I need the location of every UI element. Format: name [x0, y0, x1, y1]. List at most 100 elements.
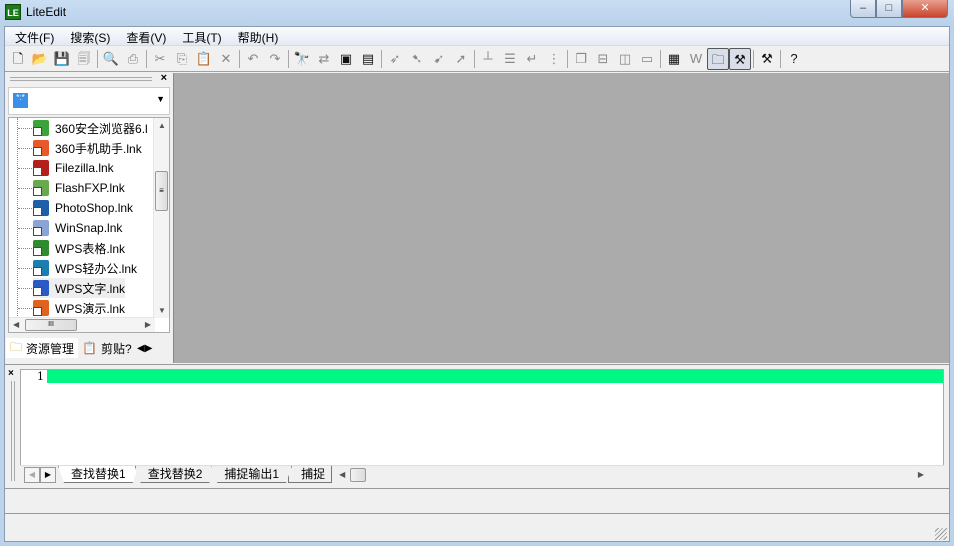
- cut-button[interactable]: ✂: [149, 48, 171, 70]
- file-name: WPS轻办公.lnk: [55, 261, 138, 276]
- shortcut-icon: [33, 200, 49, 216]
- replace-in-files-button[interactable]: ▤: [357, 48, 379, 70]
- document-area[interactable]: [173, 73, 949, 363]
- undo-button[interactable]: ↶: [242, 48, 264, 70]
- redo-button[interactable]: ↷: [264, 48, 286, 70]
- clear-bookmarks-button[interactable]: ➚: [450, 48, 472, 70]
- tab-explorer[interactable]: 🗀 资源管理: [6, 338, 79, 358]
- status-bar: [5, 488, 949, 514]
- panel-grip[interactable]: [11, 381, 15, 481]
- client-area: 文件(F) 搜索(S) 查看(V) 工具(T) 帮助(H) 🗋 📂 💾 🗐 🔍 ⎙ ✂ ⎘ 📋 ✕…: [4, 26, 950, 542]
- scroll-right-icon[interactable]: ▶: [918, 470, 924, 479]
- copy-button[interactable]: ⎘: [171, 48, 193, 70]
- save-all-button[interactable]: 🗐: [73, 48, 95, 70]
- menu-help[interactable]: 帮助(H): [230, 27, 287, 45]
- word-button[interactable]: W: [685, 48, 707, 70]
- tile-vertical-button[interactable]: ◫: [614, 48, 636, 70]
- file-item[interactable]: WPS轻办公.lnk: [33, 258, 137, 278]
- explorer-close-icon[interactable]: ×: [161, 72, 167, 84]
- file-item[interactable]: WPS演示.lnk: [33, 298, 125, 318]
- output-editor[interactable]: 1: [20, 369, 944, 467]
- scroll-right-icon[interactable]: ▶: [145, 320, 151, 329]
- explorer-panel-button[interactable]: 🗀: [707, 48, 729, 70]
- prev-bookmark-button[interactable]: ➷: [406, 48, 428, 70]
- scroll-down-icon[interactable]: ▼: [158, 306, 166, 315]
- bookmark-button[interactable]: ➶: [384, 48, 406, 70]
- word-wrap-button[interactable]: ↵: [521, 48, 543, 70]
- cascade-button[interactable]: ❐: [570, 48, 592, 70]
- tools-button[interactable]: ⚒: [756, 48, 778, 70]
- help-button[interactable]: ?: [783, 48, 805, 70]
- print-button[interactable]: ⎙: [122, 48, 144, 70]
- menu-view[interactable]: 查看(V): [118, 27, 174, 45]
- minimize-button[interactable]: –: [850, 0, 876, 18]
- line-numbers-button[interactable]: ☰: [499, 48, 521, 70]
- title-bar: LE LiteEdit – □ ✕: [0, 0, 954, 26]
- tab-find-replace-1[interactable]: 查找替换1: [58, 466, 139, 483]
- replace-in-files-icon: ▤: [361, 51, 375, 66]
- next-bookmark-button[interactable]: ➹: [428, 48, 450, 70]
- horizontal-scrollbar[interactable]: ◀ III ▶: [9, 317, 155, 332]
- find-button[interactable]: 🔭: [291, 48, 313, 70]
- file-item[interactable]: Filezilla.lnk: [33, 158, 114, 178]
- tab-clipboard[interactable]: 📋 剪贴?: [78, 338, 137, 358]
- ruler-button[interactable]: ┴: [477, 48, 499, 70]
- word-wrap-icon: ↵: [526, 51, 538, 66]
- menu-file[interactable]: 文件(F): [7, 27, 62, 45]
- shortcut-icon: [33, 180, 49, 196]
- paste-button[interactable]: 📋: [193, 48, 215, 70]
- open-file-button[interactable]: 📂: [29, 48, 51, 70]
- file-item[interactable]: FlashFXP.lnk: [33, 178, 125, 198]
- file-item[interactable]: WinSnap.lnk: [33, 218, 122, 238]
- menu-search[interactable]: 搜索(S): [62, 27, 118, 45]
- shortcut-icon: [33, 300, 49, 316]
- hscroll-thumb[interactable]: [350, 467, 367, 482]
- tab-next-icon[interactable]: ▶: [40, 466, 56, 483]
- scroll-up-icon[interactable]: ▲: [158, 121, 166, 130]
- line-numbers-icon: ☰: [504, 51, 516, 66]
- chevron-down-icon[interactable]: ▼: [156, 94, 165, 104]
- file-item[interactable]: PhotoShop.lnk: [33, 198, 133, 218]
- panel-grip[interactable]: [10, 77, 152, 81]
- tab-find-replace-2[interactable]: 查找替换2: [135, 466, 216, 483]
- replace-button[interactable]: ⇄: [313, 48, 335, 70]
- tab-scroll-right-icon[interactable]: ▶: [145, 343, 153, 354]
- file-item[interactable]: 360手机助手.lnk: [33, 138, 142, 158]
- tile-horizontal-button[interactable]: ⊟: [592, 48, 614, 70]
- new-file-button[interactable]: 🗋: [7, 48, 29, 70]
- tab-prev-icon[interactable]: ◀: [24, 466, 40, 483]
- toolbar: 🗋 📂 💾 🗐 🔍 ⎙ ✂ ⎘ 📋 ✕ ↶ ↷ 🔭 ⇄ ▣ ▤ ➶ ➷ ➹ ➚ ┴ ☰ ↵ ⋮ ❐ ⊟ ◫ ▭ ▦ W 🗀 ⚒ ⚒?: [5, 47, 949, 72]
- maximize-button[interactable]: □: [876, 0, 902, 18]
- next-bookmark-icon: ➹: [433, 51, 445, 66]
- file-item[interactable]: WPS表格.lnk: [33, 238, 125, 258]
- drive-select[interactable]: *:* ▼: [8, 87, 170, 115]
- file-name: WPS文字.lnk: [55, 281, 126, 296]
- tile-vertical-icon: ◫: [618, 51, 632, 66]
- close-button[interactable]: ✕: [902, 0, 948, 18]
- file-item[interactable]: WPS文字.lnk: [33, 278, 126, 298]
- resize-grip[interactable]: [935, 528, 947, 540]
- menu-tools[interactable]: 工具(T): [174, 27, 229, 45]
- menu-bar: 文件(F) 搜索(S) 查看(V) 工具(T) 帮助(H): [5, 27, 949, 46]
- vertical-scrollbar[interactable]: ▲ ≡ ▼: [153, 118, 169, 318]
- save-button[interactable]: 💾: [51, 48, 73, 70]
- tab-scroll-left-icon[interactable]: ◀: [137, 343, 145, 354]
- find-in-files-button[interactable]: ▣: [335, 48, 357, 70]
- file-item[interactable]: 360安全浏览器6.l: [33, 118, 148, 138]
- undo-icon: ↶: [247, 51, 259, 66]
- tab-capture-output-1[interactable]: 捕捉输出1: [211, 466, 292, 483]
- output-close-icon[interactable]: ×: [8, 368, 14, 379]
- output-button[interactable]: ▦: [663, 48, 685, 70]
- scroll-left-icon[interactable]: ◀: [13, 320, 19, 329]
- hscroll-thumb[interactable]: III: [25, 319, 77, 331]
- delete-button[interactable]: ✕: [215, 48, 237, 70]
- output-panel-button[interactable]: ⚒: [729, 48, 751, 70]
- whitespace-button[interactable]: ⋮: [543, 48, 565, 70]
- shortcut-icon: [33, 160, 49, 176]
- scroll-left-icon[interactable]: ◀: [339, 470, 345, 479]
- print-preview-button[interactable]: 🔍: [100, 48, 122, 70]
- window-button[interactable]: ▭: [636, 48, 658, 70]
- scroll-thumb[interactable]: ≡: [155, 171, 168, 211]
- tab-capture[interactable]: 捕捉: [288, 466, 333, 483]
- output-hscrollbar[interactable]: ◀ ▶: [336, 467, 944, 483]
